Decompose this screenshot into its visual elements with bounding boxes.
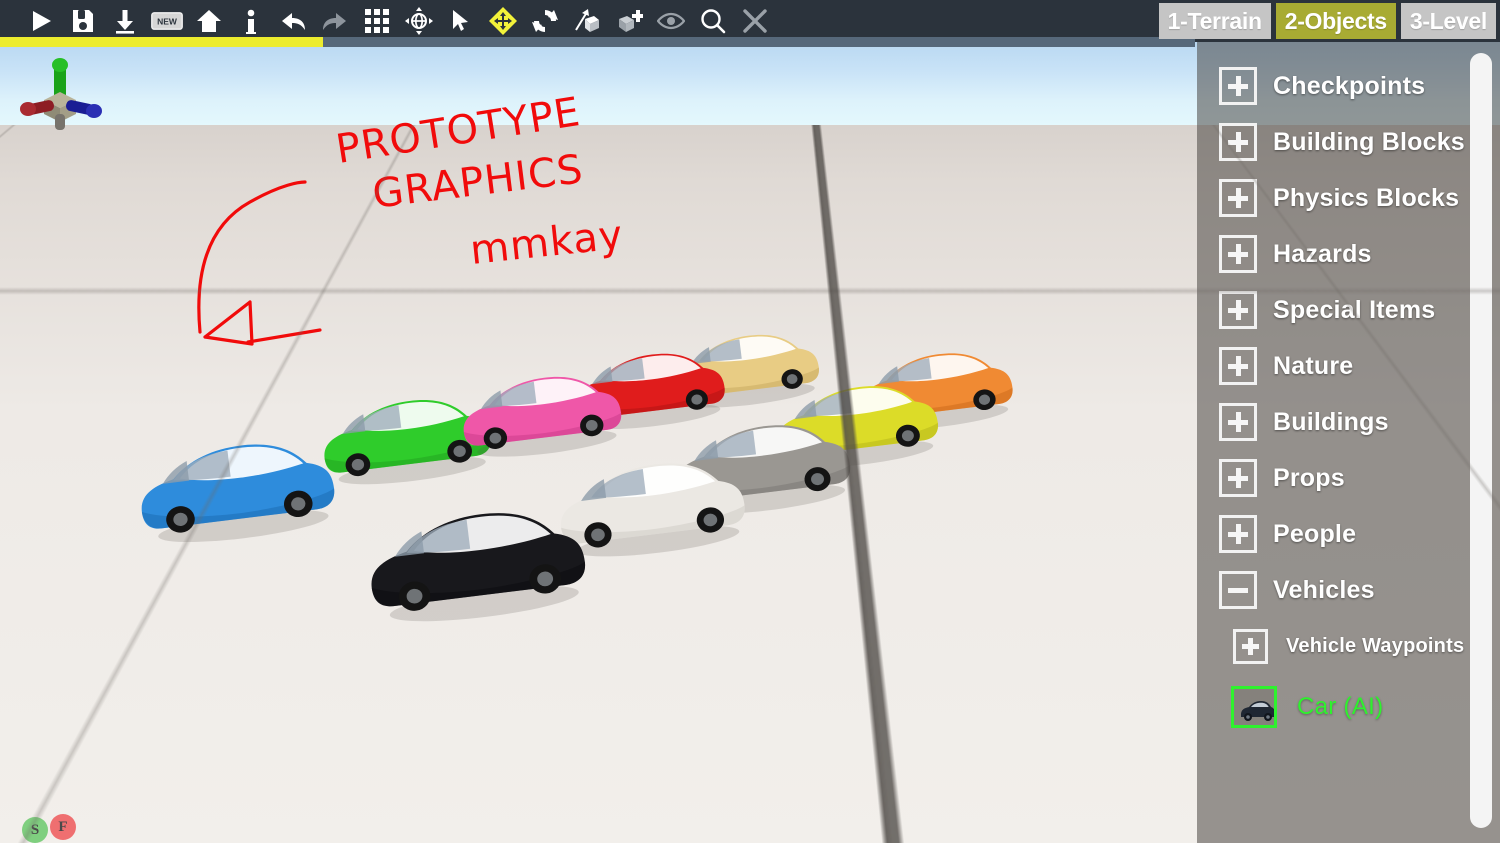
expand-plus-icon[interactable]	[1219, 235, 1257, 273]
finish-marker[interactable]: F	[50, 814, 76, 840]
move-gizmo-icon[interactable]	[482, 2, 524, 40]
rotate-icon[interactable]	[524, 2, 566, 40]
sidebar-item-label: People	[1273, 519, 1357, 548]
expand-plus-icon[interactable]	[1219, 67, 1257, 105]
eye-icon[interactable]	[650, 2, 692, 40]
save-icon[interactable]	[62, 2, 104, 40]
mode-tab-1-terrain[interactable]: 1-Terrain	[1158, 3, 1271, 39]
home-icon[interactable]	[188, 2, 230, 40]
sidebar-item-label: Checkpoints	[1273, 71, 1426, 100]
select-cursor-icon[interactable]	[440, 2, 482, 40]
expand-plus-icon[interactable]	[1219, 291, 1257, 329]
svg-text:NEW: NEW	[157, 16, 178, 26]
progress-bar-track	[0, 37, 1195, 47]
expand-plus-icon[interactable]	[1219, 347, 1257, 385]
sidebar-item-people[interactable]: People	[1219, 512, 1356, 556]
new-badge-icon[interactable]: NEW	[146, 2, 188, 40]
duplicate-icon[interactable]	[608, 2, 650, 40]
sidebar-item-label: Props	[1273, 463, 1345, 492]
download-icon[interactable]	[104, 2, 146, 40]
info-icon[interactable]	[230, 2, 272, 40]
axis-gizmo[interactable]	[14, 52, 114, 142]
sidebar-scrollbar-track[interactable]	[1470, 42, 1492, 843]
car-thumbnail-icon[interactable]	[1231, 686, 1277, 728]
orbit-icon[interactable]	[398, 2, 440, 40]
expand-plus-icon[interactable]	[1219, 179, 1257, 217]
sidebar-item-label: Vehicles	[1273, 575, 1375, 604]
sidebar-item-checkpoints[interactable]: Checkpoints	[1219, 64, 1425, 108]
grid-icon[interactable]	[356, 2, 398, 40]
asset-item-label: Car (AI)	[1297, 693, 1384, 720]
sidebar-item-label: Buildings	[1273, 407, 1389, 436]
expand-plus-icon[interactable]	[1219, 123, 1257, 161]
expand-plus-icon[interactable]	[1219, 515, 1257, 553]
undo-icon[interactable]	[272, 2, 314, 40]
progress-bar-fill	[0, 37, 323, 47]
expand-plus-icon[interactable]	[1219, 459, 1257, 497]
sidebar-item-nature[interactable]: Nature	[1219, 344, 1353, 388]
collapse-minus-icon[interactable]	[1219, 571, 1257, 609]
expand-plus-icon[interactable]	[1219, 403, 1257, 441]
sidebar-item-building-blocks[interactable]: Building Blocks	[1219, 120, 1465, 164]
sidebar-item-vehicles[interactable]: Vehicles	[1219, 568, 1375, 612]
asset-item-car-ai[interactable]: Car (AI)	[1231, 684, 1383, 730]
sidebar-item-label: Physics Blocks	[1273, 183, 1460, 212]
sidebar-item-vehicle-waypoints[interactable]: Vehicle Waypoints	[1233, 624, 1464, 668]
mode-tab-2-objects[interactable]: 2-Objects	[1275, 3, 1396, 39]
sidebar-item-label: Building Blocks	[1273, 127, 1465, 156]
sidebar-item-physics-blocks[interactable]: Physics Blocks	[1219, 176, 1459, 220]
sidebar-item-label: Nature	[1273, 351, 1354, 380]
sidebar-item-special-items[interactable]: Special Items	[1219, 288, 1435, 332]
sidebar-item-props[interactable]: Props	[1219, 456, 1345, 500]
sidebar-item-label: Special Items	[1273, 295, 1436, 324]
sidebar-item-label: Hazards	[1273, 239, 1372, 268]
sidebar-item-hazards[interactable]: Hazards	[1219, 232, 1372, 276]
sidebar-item-buildings[interactable]: Buildings	[1219, 400, 1389, 444]
search-icon[interactable]	[692, 2, 734, 40]
redo-icon[interactable]	[314, 2, 356, 40]
mode-tab-3-level[interactable]: 3-Level	[1400, 3, 1496, 39]
scale-icon[interactable]	[566, 2, 608, 40]
close-icon[interactable]	[734, 2, 776, 40]
play-icon[interactable]	[20, 2, 62, 40]
object-library-panel: Checkpoints Building Blocks Physics Blocks…	[1197, 42, 1500, 843]
editor-window: S F PROTOTYPE GRAPHICS mmkay Checkpoints…	[0, 0, 1500, 843]
sidebar-item-label: Vehicle Waypoints	[1286, 634, 1465, 657]
sidebar-scrollbar-thumb[interactable]	[1470, 53, 1492, 828]
expand-plus-icon[interactable]	[1233, 628, 1268, 664]
editor-mode-tabs: 1-Terrain 2-Objects 3-Level	[1158, 3, 1496, 39]
start-marker[interactable]: S	[22, 817, 48, 843]
